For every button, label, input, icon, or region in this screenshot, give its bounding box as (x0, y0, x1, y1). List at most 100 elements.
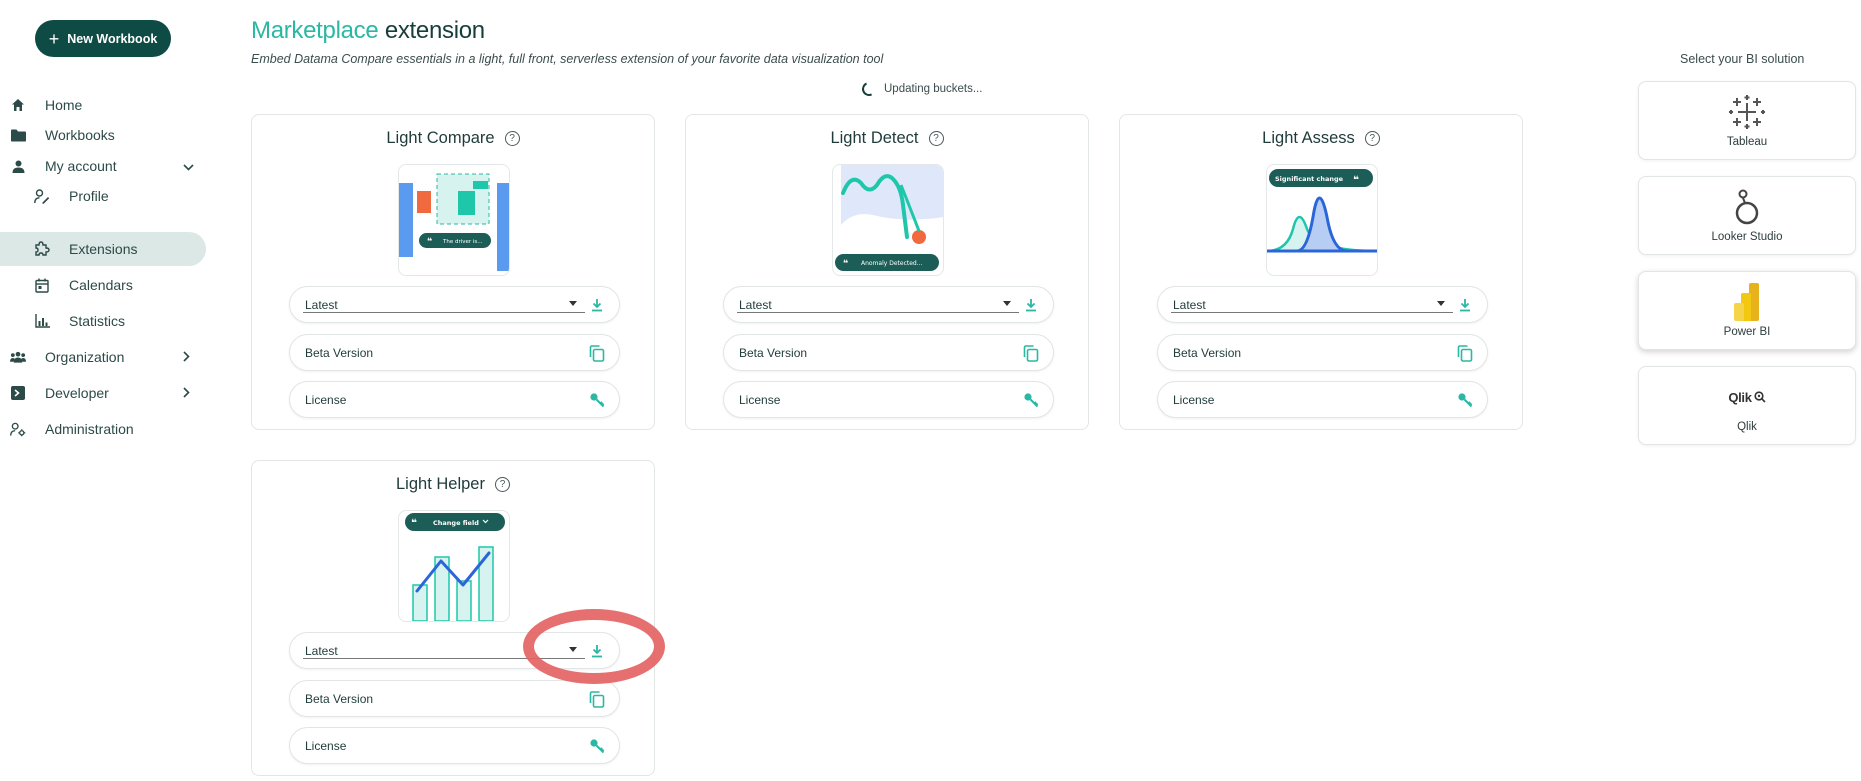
card-title: Light Compare ? (252, 129, 654, 148)
app-root: + New Workbook Home Workbooks My account (0, 0, 1861, 781)
select-underline (303, 658, 585, 659)
version-select-value: Latest (739, 298, 772, 312)
key-icon[interactable] (589, 738, 605, 754)
sidebar-item-label: Workbooks (45, 127, 115, 143)
key-icon[interactable] (1023, 392, 1039, 408)
plus-icon: + (48, 28, 60, 49)
sidebar-item-administration[interactable]: Administration (0, 412, 206, 446)
page-title: Marketplace extension (251, 17, 485, 45)
license-label: License (305, 739, 347, 753)
new-workbook-button[interactable]: + New Workbook (35, 20, 171, 57)
sidebar-item-label: Home (45, 97, 83, 113)
card-title-text: Light Assess (1262, 129, 1355, 147)
help-icon[interactable]: ? (494, 477, 510, 492)
download-icon[interactable] (589, 297, 605, 313)
beta-version-label: Beta Version (739, 346, 808, 360)
page-title-rest: extension (384, 17, 485, 44)
sidebar-item-organization[interactable]: Organization (0, 340, 206, 374)
sidebar-item-label: Administration (45, 421, 134, 437)
license-row[interactable]: License (289, 727, 620, 764)
status-indicator: Updating buckets... (860, 80, 983, 98)
sidebar-item-my-account[interactable]: My account (0, 149, 206, 183)
card-title-text: Light Detect (830, 129, 919, 147)
help-icon[interactable]: ? (504, 131, 520, 146)
status-text: Updating buckets... (884, 83, 983, 95)
beta-version-row[interactable]: Beta Version (289, 680, 620, 717)
home-icon (10, 97, 26, 113)
tableau-logo-icon (1639, 94, 1855, 130)
dropdown-caret-icon (569, 647, 577, 652)
download-icon[interactable] (1457, 297, 1473, 313)
version-select[interactable]: Latest (289, 286, 620, 323)
folder-icon (10, 127, 26, 143)
dropdown-caret-icon (569, 301, 577, 306)
beta-version-row[interactable]: Beta Version (723, 334, 1054, 371)
illus-bubble-text: Change field (433, 519, 479, 527)
copy-icon[interactable] (1023, 345, 1039, 362)
bi-option-label: Qlik (1737, 421, 1757, 433)
sidebar-item-workbooks[interactable]: Workbooks (0, 118, 206, 152)
dropdown-caret-icon (1437, 301, 1445, 306)
extension-card-light-compare: Light Compare ? ❝ The driver is... Lates… (251, 114, 655, 430)
group-icon (10, 349, 26, 365)
copy-icon[interactable] (589, 691, 605, 708)
license-row[interactable]: License (723, 381, 1054, 418)
bi-option-tableau[interactable]: Tableau (1638, 81, 1856, 160)
card-title-text: Light Compare (386, 129, 495, 147)
illus-bubble-text: Anomaly Detected... (861, 260, 923, 267)
sidebar-item-label: Organization (45, 349, 125, 365)
download-icon[interactable] (1023, 297, 1039, 313)
copy-icon[interactable] (1457, 345, 1473, 362)
page-subtitle: Embed Datama Compare essentials in a lig… (251, 52, 884, 66)
sidebar-item-home[interactable]: Home (0, 88, 206, 122)
version-select[interactable]: Latest (289, 632, 620, 669)
card-title-text: Light Helper (396, 475, 485, 493)
beta-version-label: Beta Version (305, 692, 374, 706)
bi-option-power-bi[interactable]: Power BI (1638, 271, 1856, 350)
select-underline (737, 312, 1019, 313)
key-icon[interactable] (1457, 392, 1473, 408)
new-workbook-label: New Workbook (67, 31, 158, 46)
looker-studio-logo-icon (1639, 189, 1855, 225)
help-icon[interactable]: ? (928, 131, 944, 146)
bi-panel-heading: Select your BI solution (1680, 52, 1805, 66)
svg-text:❝: ❝ (1353, 175, 1359, 186)
license-row[interactable]: License (289, 381, 620, 418)
sidebar-item-label: My account (45, 158, 117, 174)
page-title-accent: Marketplace (251, 17, 379, 44)
key-icon[interactable] (589, 392, 605, 408)
svg-text:❝: ❝ (427, 237, 432, 247)
beta-version-row[interactable]: Beta Version (289, 334, 620, 371)
version-select[interactable]: Latest (723, 286, 1054, 323)
sidebar-item-calendars[interactable]: Calendars (0, 268, 206, 302)
bi-option-qlik[interactable]: Qlik Qlik (1638, 366, 1856, 445)
sidebar-item-statistics[interactable]: Statistics (0, 304, 206, 338)
license-row[interactable]: License (1157, 381, 1488, 418)
chevron-down-icon (183, 159, 194, 174)
copy-icon[interactable] (589, 345, 605, 362)
version-select-value: Latest (305, 644, 338, 658)
sidebar-item-label: Extensions (69, 241, 138, 257)
select-underline (303, 312, 585, 313)
download-icon[interactable] (589, 643, 605, 659)
help-icon[interactable]: ? (1364, 131, 1380, 146)
beta-version-row[interactable]: Beta Version (1157, 334, 1488, 371)
calendar-icon (34, 277, 50, 293)
license-label: License (739, 393, 781, 407)
bi-option-looker-studio[interactable]: Looker Studio (1638, 176, 1856, 255)
sidebar-item-profile[interactable]: Profile (0, 179, 206, 213)
sidebar: + New Workbook Home Workbooks My account (0, 0, 210, 781)
sidebar-item-developer[interactable]: Developer (0, 376, 206, 410)
version-select-value: Latest (305, 298, 338, 312)
beta-version-label: Beta Version (1173, 346, 1242, 360)
card-title: Light Helper ? (252, 475, 654, 494)
version-select[interactable]: Latest (1157, 286, 1488, 323)
svg-text:❝: ❝ (843, 259, 848, 269)
illustration-light-detect: ❝ Anomaly Detected... (832, 164, 944, 276)
sidebar-item-extensions[interactable]: Extensions (0, 232, 206, 266)
illustration-light-compare: ❝ The driver is... (398, 164, 510, 276)
license-label: License (305, 393, 347, 407)
qlik-logo-icon: Qlik (1639, 379, 1855, 415)
user-gear-icon (10, 421, 26, 437)
bi-option-label: Looker Studio (1711, 231, 1783, 243)
